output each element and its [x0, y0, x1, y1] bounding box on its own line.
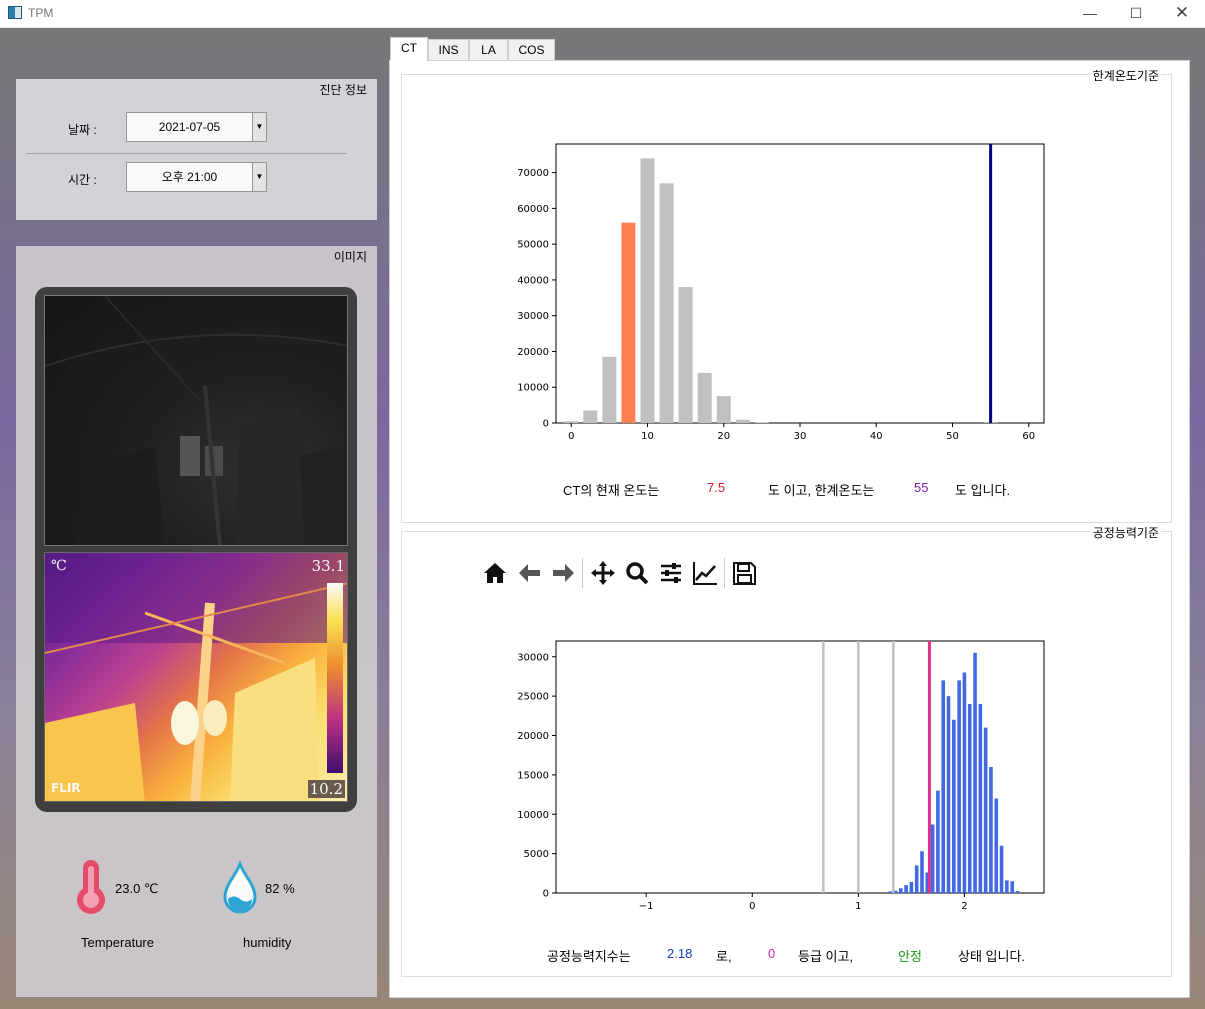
bar	[989, 767, 993, 893]
bar	[941, 680, 946, 893]
cap-status-text2: 로,	[716, 949, 732, 964]
bar	[967, 704, 972, 893]
bar	[888, 891, 892, 893]
capability-index: 2.18	[667, 946, 693, 961]
capability-state: 안정	[898, 949, 922, 964]
bar	[962, 672, 967, 893]
y-tick-label: 5000	[524, 849, 549, 860]
x-tick-label: 0	[749, 901, 755, 912]
y-tick-label: 15000	[517, 770, 549, 781]
x-tick-label: 1	[855, 901, 861, 912]
capability-histogram-chart: −1 0 1 2 0 5000 10000 15000 20000 25000 30000	[517, 640, 1045, 912]
bar	[914, 865, 919, 893]
bar	[946, 696, 951, 893]
cap-status-text4: 상태 입니다.	[958, 949, 1026, 964]
bar	[1010, 881, 1014, 893]
bar	[973, 652, 977, 893]
x-tick-label: −1	[639, 901, 654, 912]
bar	[957, 680, 961, 893]
y-tick-label: 25000	[517, 692, 549, 703]
bar	[983, 727, 988, 893]
bar	[904, 885, 908, 893]
bar	[936, 790, 940, 893]
bar	[909, 881, 914, 893]
bar	[930, 824, 935, 893]
y-tick-label: 30000	[517, 652, 549, 663]
bar	[978, 704, 983, 893]
y-tick-label: 0	[543, 889, 549, 900]
y-tick-label: 10000	[517, 810, 549, 821]
y-tick-label: 20000	[517, 731, 549, 742]
x-tick-label: 2	[961, 901, 967, 912]
bar	[1015, 891, 1020, 893]
bar	[994, 798, 999, 893]
cap-status-text3: 등급 이고,	[798, 949, 854, 964]
bar	[999, 845, 1004, 893]
bar	[920, 851, 924, 893]
capability-grade: 0	[768, 946, 776, 961]
tab-ct[interactable]: CT	[390, 37, 428, 61]
bar	[1005, 880, 1009, 893]
bar	[898, 888, 903, 893]
cap-status-text1: 공정능력지수는	[547, 949, 631, 964]
bar	[952, 719, 956, 893]
